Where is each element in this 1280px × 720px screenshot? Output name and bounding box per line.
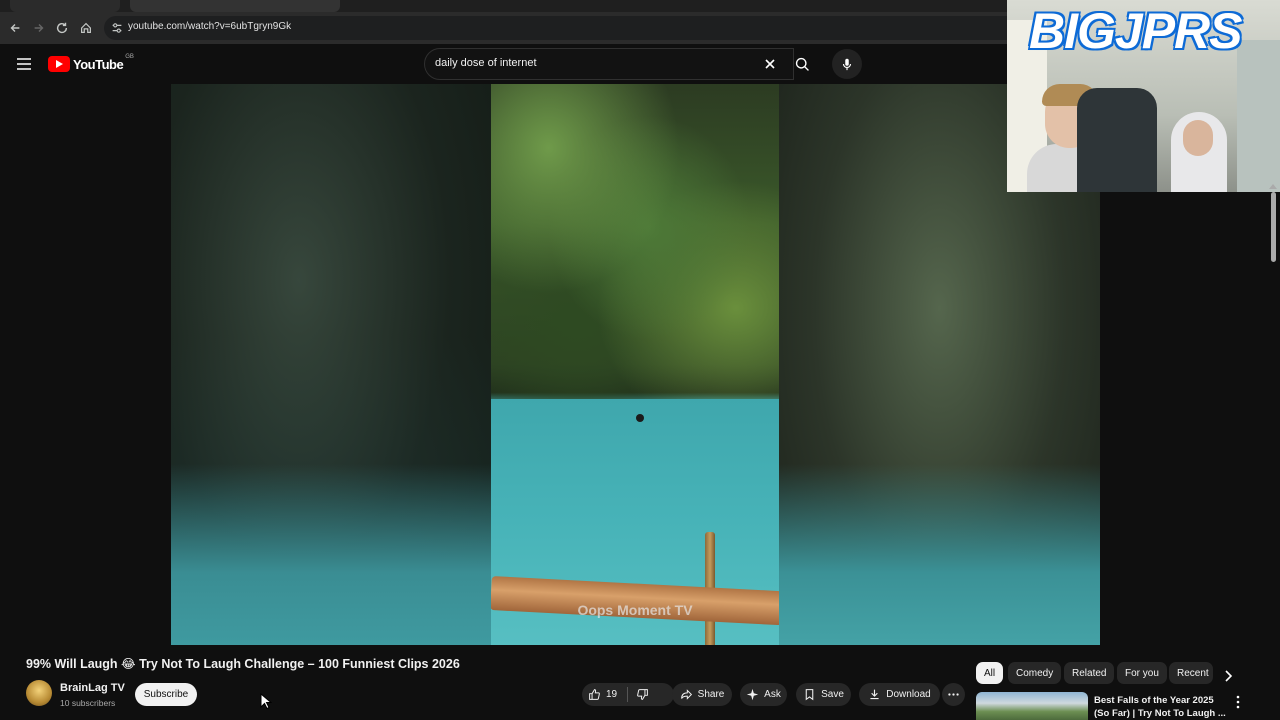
- more-actions-button[interactable]: [942, 683, 965, 706]
- video-player[interactable]: Oops Moment TV: [171, 84, 1100, 645]
- search-input[interactable]: daily dose of internet: [424, 48, 794, 80]
- chip-for-you[interactable]: For you: [1117, 662, 1167, 684]
- youtube-logo[interactable]: YouTube GB: [48, 54, 134, 73]
- channel-name[interactable]: BrainLag TV: [60, 682, 125, 694]
- logo-text: YouTube: [73, 56, 124, 72]
- recommendation-thumbnail[interactable]: [976, 692, 1088, 720]
- site-info-icon[interactable]: [110, 21, 124, 35]
- search-icon: [795, 57, 809, 71]
- thumbs-up-icon: [589, 689, 600, 700]
- browser-tab-active[interactable]: [130, 0, 340, 12]
- home-icon[interactable]: [77, 19, 95, 37]
- url-text: youtube.com/watch?v=6ubTgryn9Gk: [128, 21, 292, 32]
- bookmark-icon: [805, 689, 814, 701]
- download-icon: [870, 689, 879, 700]
- voice-search-button[interactable]: [832, 49, 862, 79]
- ask-label: Ask: [764, 689, 781, 700]
- recommendation-title[interactable]: Best Falls of the Year 2025 (So Far) | T…: [1094, 694, 1230, 720]
- share-icon: [680, 689, 692, 700]
- reload-icon[interactable]: [53, 19, 71, 37]
- subscribe-button[interactable]: Subscribe: [135, 683, 197, 706]
- like-divider: [627, 687, 629, 702]
- scrollbar-thumb[interactable]: [1271, 192, 1276, 262]
- channel-avatar[interactable]: [26, 680, 52, 706]
- like-button[interactable]: 19: [582, 683, 617, 706]
- more-horizontal-icon: [948, 693, 959, 696]
- sparkle-icon: [746, 688, 759, 701]
- download-label: Download: [886, 689, 931, 700]
- video-frame: Oops Moment TV: [491, 84, 779, 645]
- video-watermark: Oops Moment TV: [577, 602, 693, 618]
- dislike-button[interactable]: [636, 688, 649, 701]
- thumbs-down-icon: [637, 689, 648, 700]
- swimmer: [636, 414, 644, 422]
- region-code: GB: [125, 54, 134, 60]
- save-label: Save: [821, 689, 844, 700]
- chip-related[interactable]: Related: [1064, 662, 1115, 684]
- browser-tab[interactable]: [10, 0, 120, 12]
- blurred-water-left: [171, 464, 491, 645]
- webcam-shelf: [1237, 40, 1280, 192]
- chip-recent[interactable]: Recent: [1169, 662, 1213, 684]
- share-label: Share: [697, 689, 725, 700]
- youtube-play-icon: [48, 56, 70, 72]
- like-dislike-group: 19: [582, 683, 674, 706]
- download-button[interactable]: Download: [859, 683, 940, 706]
- back-icon[interactable]: [6, 19, 24, 37]
- second-person: [1165, 112, 1235, 192]
- scroll-up-icon[interactable]: [1269, 184, 1277, 189]
- subscriber-count: 10 subscribers: [60, 698, 116, 708]
- gaming-chair: [1077, 88, 1157, 192]
- blurred-water-right: [779, 464, 1100, 645]
- clear-search-icon[interactable]: [761, 55, 779, 73]
- chip-all[interactable]: All: [976, 662, 1004, 684]
- jungle-scene: [491, 84, 779, 404]
- stream-logo: BIGJPRS: [1029, 3, 1243, 59]
- video-title: 99% Will Laugh 😂 Try Not To Laugh Challe…: [26, 657, 460, 671]
- forward-icon[interactable]: [30, 19, 48, 37]
- ask-button[interactable]: Ask: [740, 683, 787, 706]
- save-button[interactable]: Save: [796, 683, 851, 706]
- microphone-icon: [842, 58, 852, 71]
- like-count: 19: [606, 689, 618, 700]
- search-query: daily dose of internet: [435, 57, 537, 69]
- mouse-cursor-icon: [260, 693, 272, 709]
- share-button[interactable]: Share: [672, 683, 732, 706]
- menu-icon[interactable]: [14, 54, 34, 74]
- search-button[interactable]: [786, 48, 818, 80]
- chevron-right-icon[interactable]: [1219, 667, 1237, 685]
- chip-comedy[interactable]: Comedy: [1008, 662, 1062, 684]
- more-vertical-icon[interactable]: [1233, 695, 1243, 709]
- webcam-overlay: BIGJPRS: [1007, 0, 1280, 192]
